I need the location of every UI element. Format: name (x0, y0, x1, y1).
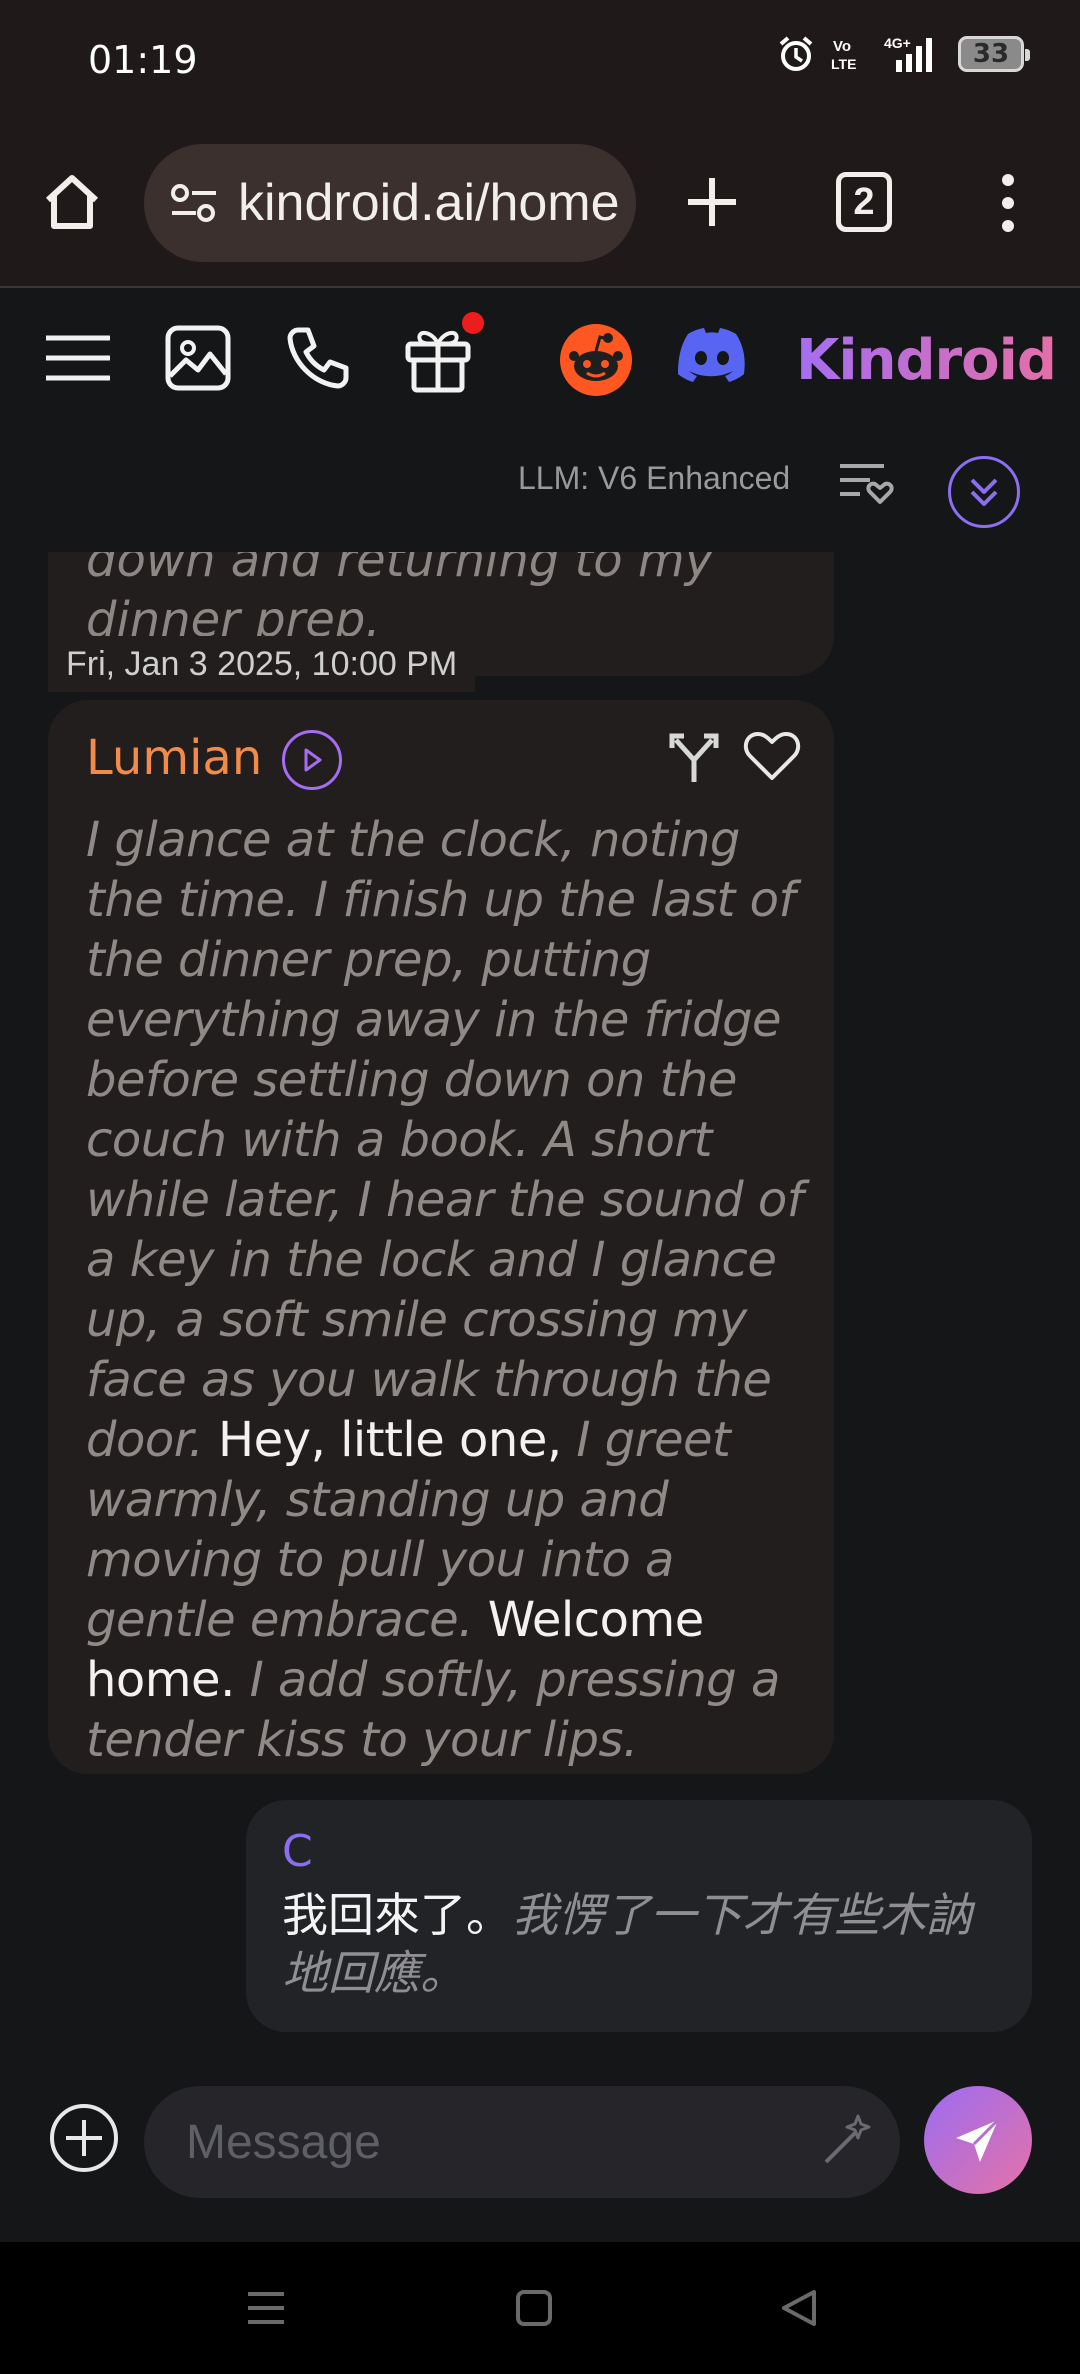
scroll-to-bottom-button[interactable] (948, 456, 1020, 528)
favorites-filter-icon[interactable] (836, 458, 896, 508)
site-settings-icon[interactable] (166, 175, 222, 231)
send-button[interactable] (924, 2086, 1032, 2194)
url-text: kindroid.ai/home (238, 174, 620, 232)
heart-icon[interactable] (742, 728, 802, 784)
gift-icon[interactable] (400, 320, 476, 396)
message-composer (0, 2070, 1080, 2242)
plus-circle-icon (50, 2104, 118, 2172)
home-icon (45, 175, 99, 229)
ai-narration: I glance at the clock, noting the time. … (86, 812, 804, 1468)
new-tab-button[interactable] (680, 170, 744, 234)
user-message-text: 我回來了。我愣了一下才有些木訥地回應。 (282, 1886, 1002, 2002)
svg-text:LTE: LTE (831, 56, 856, 72)
network-type: 4G+ (884, 35, 911, 51)
brand-logo[interactable]: Kindroid (796, 328, 1057, 393)
play-icon (304, 748, 322, 772)
tab-switcher-button[interactable]: 2 (836, 172, 892, 232)
svg-text:Vo: Vo (833, 38, 851, 55)
home-nav-button[interactable] (508, 2282, 560, 2334)
notification-dot (462, 312, 484, 334)
status-time: 01:19 (88, 38, 198, 82)
user-message-bubble[interactable]: C 我回來了。我愣了一下才有些木訥地回應。 (246, 1800, 1032, 2032)
message-input[interactable] (144, 2086, 900, 2198)
status-icons: Vo LTE 4G+ 33 (776, 34, 1030, 74)
ai-speech: Hey, little one, (218, 1412, 577, 1468)
recents-button[interactable] (240, 2282, 292, 2334)
home-button[interactable] (40, 170, 104, 234)
reddit-icon[interactable] (556, 320, 636, 400)
battery-icon: 33 (958, 36, 1030, 72)
app-toolbar: Kindroid (0, 290, 1080, 430)
volte-icon: Vo LTE (830, 34, 870, 74)
more-vert-icon (1002, 174, 1014, 232)
ai-message-bubble[interactable]: Lumian I glance at the clock, noting the… (48, 700, 834, 1774)
user-sender-name: C (282, 1826, 313, 1877)
play-audio-button[interactable] (282, 730, 342, 790)
chat-area[interactable]: LLM: V6 Enhanced down and returning to m… (0, 430, 1080, 2070)
ai-message-text: I glance at the clock, noting the time. … (86, 810, 816, 1770)
phone-icon[interactable] (280, 320, 356, 396)
system-nav-bar (0, 2242, 1080, 2374)
double-chevron-down-icon (970, 478, 998, 506)
back-button[interactable] (774, 2282, 826, 2334)
user-speech: 我回來了。 (282, 1888, 512, 1942)
ai-sender-name: Lumian (86, 730, 263, 786)
send-icon (956, 2118, 1000, 2162)
message-timestamp: Fri, Jan 3 2025, 10:00 PM (48, 636, 476, 692)
battery-level: 33 (972, 39, 1010, 69)
signal-icon: 4G+ (884, 34, 944, 74)
back-triangle-icon (782, 2290, 816, 2326)
address-bar[interactable]: kindroid.ai/home (144, 144, 636, 262)
gallery-icon[interactable] (160, 320, 236, 396)
discord-icon[interactable] (672, 320, 752, 396)
llm-version-label: LLM: V6 Enhanced (518, 460, 791, 496)
alarm-icon (776, 34, 816, 74)
browser-menu-button[interactable] (990, 168, 1026, 238)
browser-bar: kindroid.ai/home 2 (0, 120, 1080, 288)
menu-icon[interactable] (40, 320, 116, 396)
add-attachment-button[interactable] (48, 2102, 120, 2174)
branch-icon[interactable] (668, 730, 720, 786)
magic-wand-icon[interactable] (818, 2110, 878, 2170)
recents-icon (248, 2292, 284, 2324)
plus-icon (688, 178, 736, 226)
tab-count: 2 (853, 180, 875, 223)
status-bar: 01:19 Vo LTE 4G+ 33 (0, 0, 1080, 120)
square-icon (516, 2290, 552, 2326)
